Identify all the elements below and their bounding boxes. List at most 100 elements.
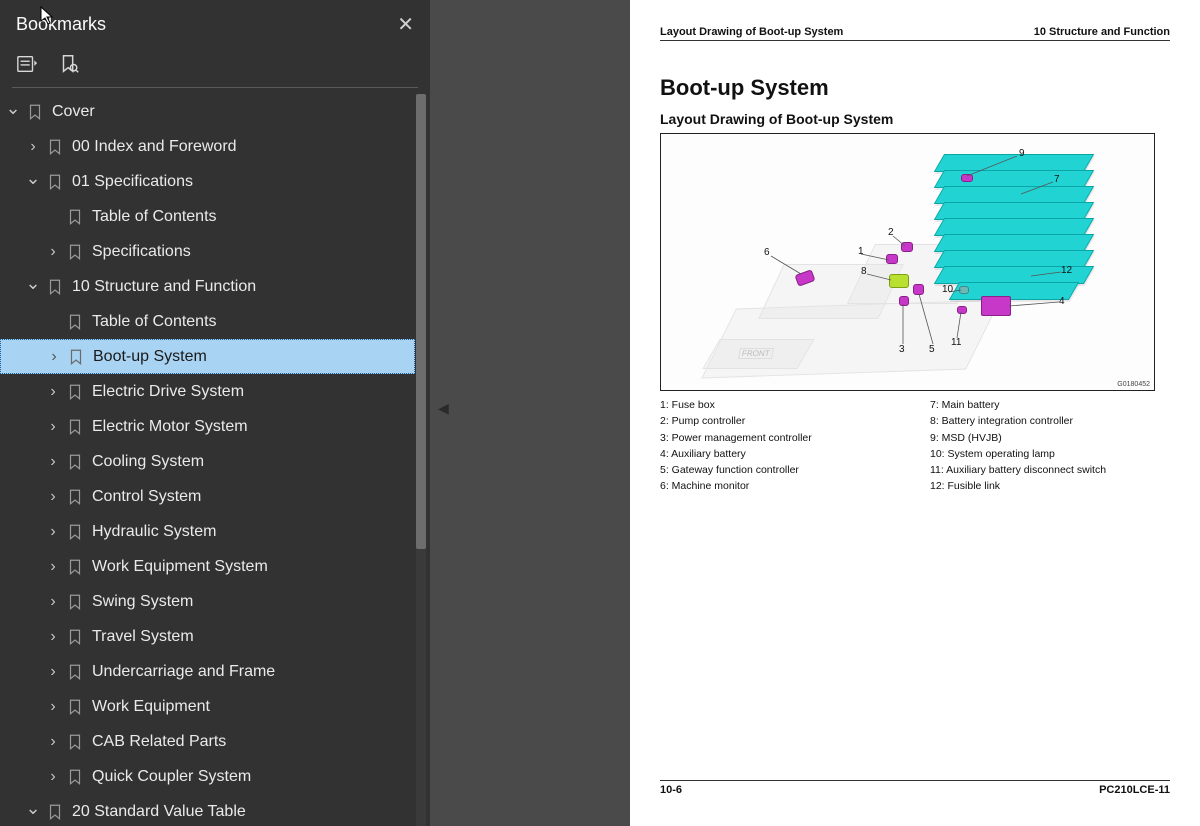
chevron-down-icon[interactable]: ⌄	[26, 168, 40, 189]
bookmark-item-01-spec[interactable]: ⌄ 01 Specifications	[0, 164, 415, 199]
callout-8: 8	[861, 266, 867, 277]
bookmark-icon	[66, 523, 84, 541]
scrollbar-thumb[interactable]	[416, 94, 426, 549]
bookmark-label: Hydraulic System	[92, 523, 216, 541]
bookmark-item-10-eds[interactable]: ›Electric Drive System	[0, 374, 415, 409]
page-header-right: 10 Structure and Function	[1034, 26, 1170, 38]
legend-item: 11: Auxiliary battery disconnect switch	[930, 462, 1170, 478]
bookmark-item-00-index[interactable]: › 00 Index and Foreword	[0, 129, 415, 164]
bookmark-label: Boot-up System	[93, 348, 207, 366]
chevron-right-icon[interactable]: ›	[46, 698, 60, 716]
bookmark-item-01-toc[interactable]: Table of Contents	[0, 199, 415, 234]
component-9	[961, 174, 973, 182]
scrollbar[interactable]	[416, 94, 426, 826]
chevron-right-icon[interactable]: ›	[46, 383, 60, 401]
bookmark-item-10-quick[interactable]: › Quick Coupler System	[0, 759, 415, 794]
component-11	[957, 306, 967, 314]
component-3	[899, 296, 909, 306]
callout-7: 7	[1054, 174, 1060, 185]
chevron-right-icon[interactable]: ›	[46, 768, 60, 786]
bookmark-label: 10 Structure and Function	[72, 278, 256, 296]
bookmark-item-10-sf[interactable]: ⌄ 10 Structure and Function	[0, 269, 415, 304]
viewer-gutter: ◀	[430, 0, 630, 826]
bookmark-item-10-travel[interactable]: › Travel System	[0, 619, 415, 654]
bookmark-icon	[66, 453, 84, 471]
bookmark-item-10-workeq[interactable]: › Work Equipment System	[0, 549, 415, 584]
legend-item: 9: MSD (HVJB)	[930, 430, 1170, 446]
bookmarks-panel: Bookmarks ✕ ⌄Cover›00 Index and Foreword…	[0, 0, 430, 826]
close-icon[interactable]: ✕	[397, 12, 414, 37]
chevron-right-icon[interactable]: ›	[46, 243, 60, 261]
callout-1: 1	[858, 246, 864, 257]
figure-id: G0180452	[1117, 381, 1150, 388]
chevron-right-icon[interactable]: ›	[46, 523, 60, 541]
bookmark-item-10-cooling[interactable]: › Cooling System	[0, 444, 415, 479]
bookmark-icon	[46, 803, 64, 821]
page-subtitle: Layout Drawing of Boot-up System	[660, 111, 1170, 127]
collapse-panel-icon[interactable]: ◀	[438, 400, 449, 417]
bookmark-item-10-control[interactable]: ›Control System	[0, 479, 415, 514]
callout-2: 2	[888, 227, 894, 238]
bookmark-label: Specifications	[92, 243, 191, 261]
bookmark-label: Work Equipment	[92, 698, 210, 716]
chevron-right-icon[interactable]: ›	[46, 663, 60, 681]
callout-10: 10	[942, 284, 953, 295]
chevron-down-icon[interactable]: ⌄	[6, 98, 20, 119]
chevron-right-icon[interactable]: ›	[46, 593, 60, 611]
callout-11: 11	[951, 337, 961, 348]
chevron-right-icon[interactable]: ›	[46, 488, 60, 506]
callout-9: 9	[1019, 148, 1025, 159]
bookmark-item-10-bootup[interactable]: › Boot-up System	[0, 339, 415, 374]
bookmark-icon	[67, 348, 85, 366]
component-10	[959, 286, 969, 294]
chevron-right-icon[interactable]: ›	[26, 138, 40, 156]
bookmark-options-icon[interactable]	[14, 51, 40, 77]
bookmark-label: Cover	[52, 103, 95, 121]
page-header: Layout Drawing of Boot-up System 10 Stru…	[660, 26, 1170, 41]
chevron-right-icon[interactable]: ›	[47, 348, 61, 366]
bookmark-icon	[46, 278, 64, 296]
bookmark-item-01-specifications[interactable]: › Specifications	[0, 234, 415, 269]
bookmark-item-10-cab[interactable]: ›CAB Related Parts	[0, 724, 415, 759]
bookmark-label: Quick Coupler System	[92, 768, 251, 786]
bookmark-icon	[66, 383, 84, 401]
bookmark-item-10-swing[interactable]: › Swing System	[0, 584, 415, 619]
bookmark-label: Cooling System	[92, 453, 204, 471]
bookmark-icon	[66, 698, 84, 716]
bookmarks-tree: ⌄ Cover › 00 Index and Foreword ⌄ 01 Specific…	[0, 94, 430, 826]
chevron-down-icon[interactable]: ⌄	[26, 273, 40, 294]
bookmarks-toolbar	[0, 45, 430, 87]
bookmark-item-cover[interactable]: ⌄ Cover	[0, 94, 415, 129]
bookmark-label: 01 Specifications	[72, 173, 193, 191]
bookmark-item-10-under[interactable]: ›Undercarriage and Frame	[0, 654, 415, 689]
chevron-right-icon[interactable]: ›	[46, 558, 60, 576]
page-header-left: Layout Drawing of Boot-up System	[660, 26, 843, 38]
chevron-right-icon[interactable]: ›	[46, 628, 60, 646]
bookmark-item-10-toc[interactable]: Table of Contents	[0, 304, 415, 339]
chevron-right-icon[interactable]: ›	[46, 733, 60, 751]
bookmark-item-10-we[interactable]: › Work Equipment	[0, 689, 415, 724]
chevron-down-icon[interactable]: ⌄	[26, 798, 40, 819]
chevron-right-icon[interactable]: ›	[46, 453, 60, 471]
legend-item: 2: Pump controller	[660, 413, 900, 429]
bookmark-icon	[66, 733, 84, 751]
legend-item: 10: System operating lamp	[930, 446, 1170, 462]
bookmark-item-10-hydraulic[interactable]: › Hydraulic System	[0, 514, 415, 549]
bookmark-label: Table of Contents	[92, 208, 217, 226]
callout-3: 3	[899, 344, 905, 355]
find-bookmark-icon[interactable]	[56, 51, 82, 77]
bookmark-label: 00 Index and Foreword	[72, 138, 237, 156]
bookmark-icon	[66, 313, 84, 331]
component-1	[886, 254, 898, 264]
chevron-right-icon[interactable]: ›	[46, 418, 60, 436]
model-code: PC210LCE-11	[1099, 784, 1170, 796]
bookmark-item-20-svt[interactable]: ⌄20 Standard Value Table	[0, 794, 415, 826]
bookmark-label: Travel System	[92, 628, 194, 646]
bookmark-label: Work Equipment System	[92, 558, 268, 576]
bookmark-item-10-ems[interactable]: ›Electric Motor System	[0, 409, 415, 444]
legend-item: 12: Fusible link	[930, 478, 1170, 494]
component-2	[901, 242, 913, 252]
legend: 1: Fuse box2: Pump controller3: Power ma…	[660, 397, 1170, 495]
bookmark-label: Swing System	[92, 593, 193, 611]
bookmark-icon	[66, 593, 84, 611]
